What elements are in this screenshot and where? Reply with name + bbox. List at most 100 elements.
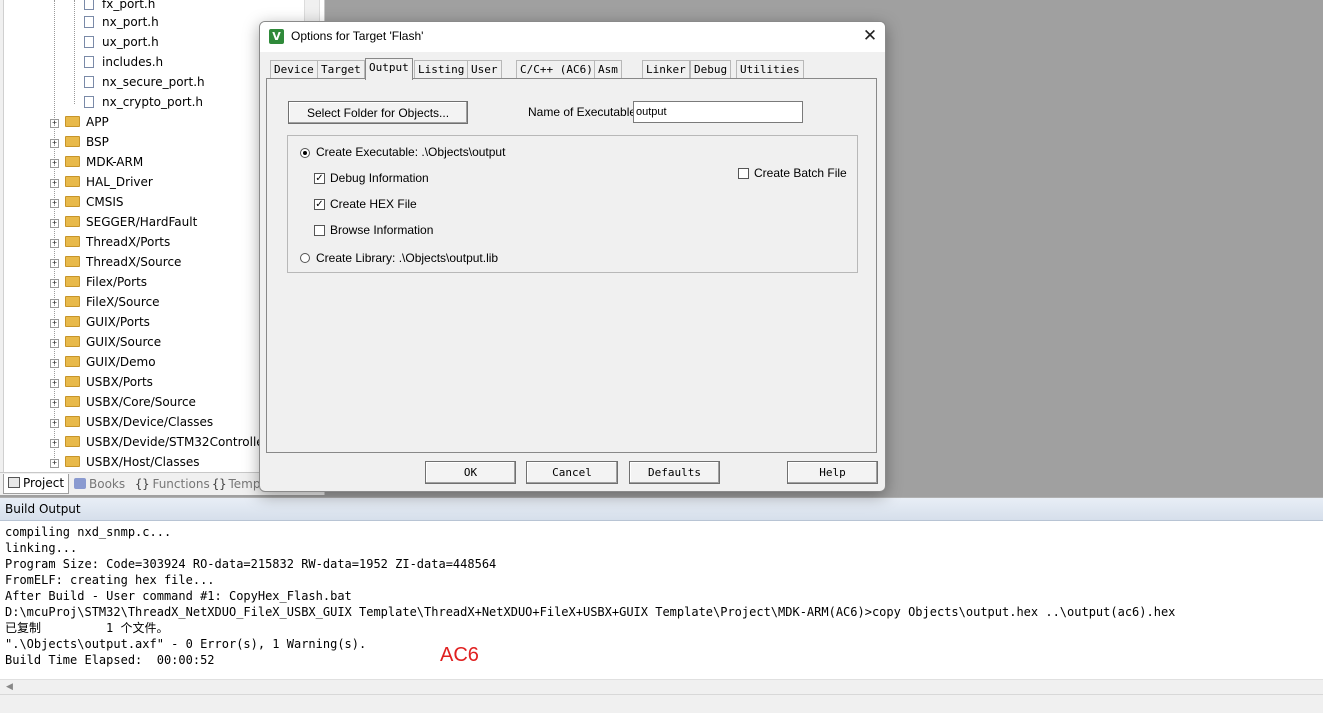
folder-icon (65, 276, 80, 287)
tree-folder-usbx-devide-stm32controllers[interactable]: + USBX/Devide/STM32Controllers (50, 432, 275, 452)
tree-folder-usbx-ports[interactable]: + USBX/Ports (50, 372, 153, 392)
create-batch-file-label: Create Batch File (754, 166, 847, 180)
tab-target[interactable]: Target (317, 60, 365, 79)
select-folder-button[interactable]: Select Folder for Objects... (288, 101, 468, 124)
browse-information-checkbox[interactable] (314, 225, 325, 236)
tab-device[interactable]: Device (270, 60, 318, 79)
folder-icon (65, 316, 80, 327)
folder-icon (65, 216, 80, 227)
expand-plus-icon[interactable]: + (50, 279, 59, 288)
close-icon[interactable]: ✕ (855, 22, 885, 52)
create-library-label: Create Library: .\Objects\output.lib (316, 251, 499, 265)
tree-folder-hal-driver[interactable]: + HAL_Driver (50, 172, 153, 192)
options-dialog: V Options for Target 'Flash' ✕ Device Ta… (259, 21, 886, 492)
create-executable-label: Create Executable: .\Objects\output (316, 145, 506, 159)
tab-user[interactable]: User (467, 60, 502, 79)
build-horizontal-scrollbar[interactable]: ◀ (0, 679, 1323, 694)
create-hex-file-checkbox[interactable]: ✓ (314, 199, 325, 210)
file-icon (84, 0, 94, 10)
ok-button[interactable]: OK (425, 461, 516, 484)
tab-c-cpp-ac6[interactable]: C/C++ (AC6) (516, 60, 597, 79)
tab-project[interactable]: Project (3, 474, 70, 494)
tree-folder-guix-source[interactable]: + GUIX/Source (50, 332, 161, 352)
tab-debug[interactable]: Debug (690, 60, 732, 79)
expand-plus-icon[interactable]: + (50, 159, 59, 168)
tree-folder-threadx-source[interactable]: + ThreadX/Source (50, 252, 181, 272)
build-output-panel: Build Output compiling nxd_snmp.c... lin… (0, 497, 1323, 713)
tree-folder-usbx-host-classes[interactable]: + USBX/Host/Classes (50, 452, 199, 472)
tab-output[interactable]: Output (365, 58, 413, 80)
folder-icon (65, 236, 80, 247)
tree-folder-mdk-arm[interactable]: + MDK-ARM (50, 152, 143, 172)
expand-plus-icon[interactable]: + (50, 319, 59, 328)
tree-file-ux-port[interactable]: ux_port.h (84, 32, 159, 52)
tree-folder-filex-source[interactable]: + FileX/Source (50, 292, 160, 312)
books-icon (74, 478, 86, 489)
folder-icon (65, 196, 80, 207)
file-icon (84, 76, 94, 88)
tree-folder-guix-ports[interactable]: + GUIX/Ports (50, 312, 150, 332)
defaults-button[interactable]: Defaults (629, 461, 720, 484)
scroll-left-arrow-icon[interactable]: ◀ (6, 682, 13, 692)
expand-plus-icon[interactable]: + (50, 419, 59, 428)
expand-plus-icon[interactable]: + (50, 339, 59, 348)
create-executable-radio[interactable] (300, 148, 310, 158)
dialog-titlebar[interactable]: V Options for Target 'Flash' ✕ (260, 22, 885, 52)
expand-plus-icon[interactable]: + (50, 119, 59, 128)
expand-plus-icon[interactable]: + (50, 379, 59, 388)
folder-icon (65, 436, 80, 447)
tree-file-nx-crypto-port[interactable]: nx_crypto_port.h (84, 92, 203, 112)
folder-icon (65, 336, 80, 347)
tree-folder-bsp[interactable]: + BSP (50, 132, 109, 152)
expand-plus-icon[interactable]: + (50, 139, 59, 148)
tree-folder-cmsis[interactable]: + CMSIS (50, 192, 124, 212)
tree-folder-usbx-core-source[interactable]: + USBX/Core/Source (50, 392, 196, 412)
tree-connector-line (74, 0, 75, 104)
expand-plus-icon[interactable]: + (50, 399, 59, 408)
debug-information-label: Debug Information (330, 171, 429, 185)
tab-linker[interactable]: Linker (642, 60, 690, 79)
expand-plus-icon[interactable]: + (50, 259, 59, 268)
expand-plus-icon[interactable]: + (50, 179, 59, 188)
cancel-button[interactable]: Cancel (526, 461, 618, 484)
folder-icon (65, 136, 80, 147)
expand-plus-icon[interactable]: + (50, 439, 59, 448)
output-options-group: Create Executable: .\Objects\output ✓ De… (287, 135, 858, 273)
tab-asm[interactable]: Asm (594, 60, 622, 79)
keil-app-icon: V (269, 29, 284, 44)
status-bar (0, 694, 1323, 713)
tree-file-nx-secure-port[interactable]: nx_secure_port.h (84, 72, 205, 92)
tree-folder-threadx-ports[interactable]: + ThreadX/Ports (50, 232, 170, 252)
expand-plus-icon[interactable]: + (50, 219, 59, 228)
tab-books[interactable]: Books (70, 475, 129, 494)
tab-functions[interactable]: {} Functions (131, 475, 214, 494)
tree-folder-usbx-device-classes[interactable]: + USBX/Device/Classes (50, 412, 213, 432)
tab-listing[interactable]: Listing (414, 60, 469, 79)
project-icon (8, 477, 20, 488)
file-icon (84, 96, 94, 108)
debug-information-checkbox[interactable]: ✓ (314, 173, 325, 184)
tree-folder-guix-demo[interactable]: + GUIX/Demo (50, 352, 156, 372)
file-icon (84, 36, 94, 48)
expand-plus-icon[interactable]: + (50, 459, 59, 468)
tree-folder-filex-ports[interactable]: + Filex/Ports (50, 272, 147, 292)
folder-icon (65, 256, 80, 267)
name-of-executable-label: Name of Executable: (528, 105, 640, 119)
create-library-radio[interactable] (300, 253, 310, 263)
folder-icon (65, 456, 80, 467)
file-icon (84, 56, 94, 68)
create-batch-file-checkbox[interactable] (738, 168, 749, 179)
expand-plus-icon[interactable]: + (50, 359, 59, 368)
expand-plus-icon[interactable]: + (50, 239, 59, 248)
tree-folder-app[interactable]: + APP (50, 112, 109, 132)
tree-folder-segger-hardfault[interactable]: + SEGGER/HardFault (50, 212, 197, 232)
name-of-executable-input[interactable] (633, 101, 803, 123)
expand-plus-icon[interactable]: + (50, 299, 59, 308)
tab-utilities[interactable]: Utilities (736, 60, 804, 79)
folder-icon (65, 296, 80, 307)
tree-file-includes[interactable]: includes.h (84, 52, 163, 72)
tree-file-nx-port[interactable]: nx_port.h (84, 12, 159, 32)
help-button[interactable]: Help (787, 461, 878, 484)
expand-plus-icon[interactable]: + (50, 199, 59, 208)
create-hex-file-label: Create HEX File (330, 197, 417, 211)
